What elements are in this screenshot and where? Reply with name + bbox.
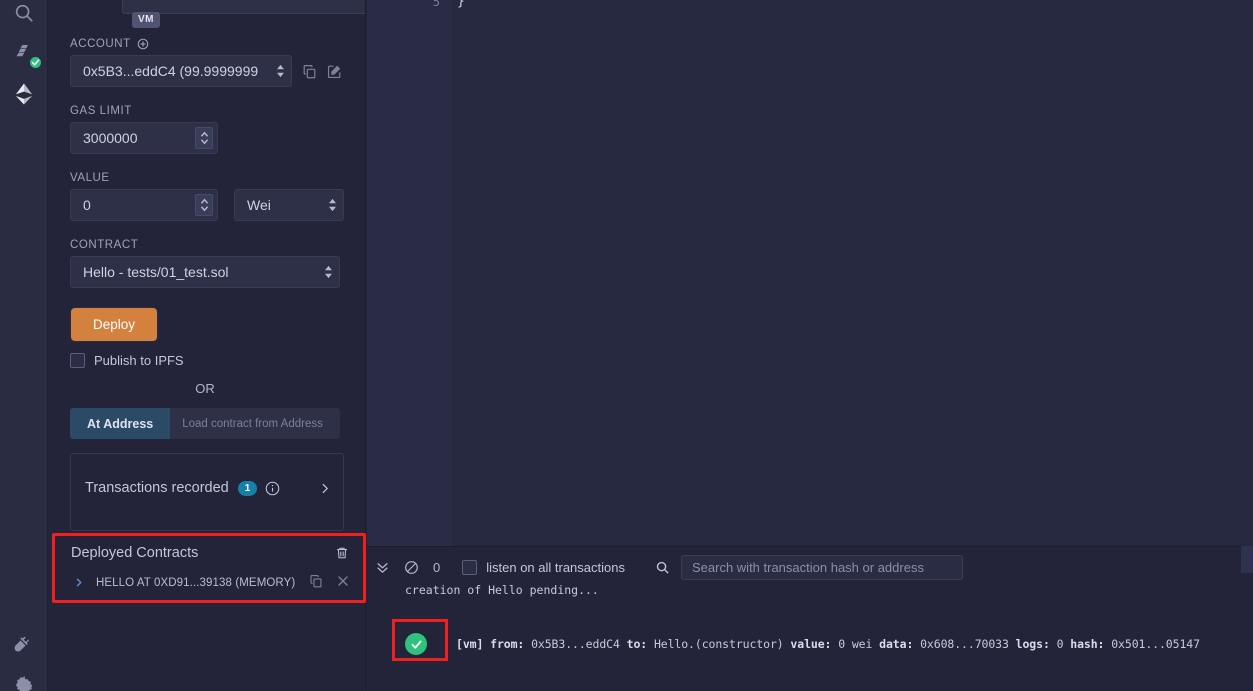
select-arrows-icon bbox=[323, 265, 333, 279]
edit-icon[interactable] bbox=[327, 64, 342, 79]
value-label: VALUE bbox=[70, 172, 110, 184]
settings-gear-icon[interactable] bbox=[0, 664, 48, 691]
plugin-manager-icon[interactable] bbox=[0, 624, 48, 666]
terminal-scrollbar-thumb[interactable] bbox=[1241, 546, 1253, 573]
search-icon[interactable] bbox=[655, 560, 670, 575]
publish-ipfs-row[interactable]: Publish to IPFS bbox=[70, 353, 344, 368]
transactions-recorded-section: Transactions recorded 1 bbox=[70, 453, 344, 531]
log-from-key: from: bbox=[490, 637, 525, 651]
select-arrows-icon bbox=[275, 64, 285, 78]
plus-circle-icon[interactable] bbox=[137, 38, 149, 50]
success-check-icon bbox=[405, 633, 427, 655]
log-logs-key: logs: bbox=[1015, 637, 1050, 651]
trash-icon[interactable] bbox=[335, 546, 349, 560]
value-input[interactable]: 0 bbox=[70, 189, 218, 221]
value-unit-select[interactable]: Wei bbox=[234, 189, 344, 221]
publish-ipfs-label: Publish to IPFS bbox=[94, 353, 184, 368]
account-actions bbox=[302, 64, 342, 79]
contract-field-group: CONTRACT Hello - tests/01_test.sol bbox=[70, 239, 344, 288]
account-select[interactable]: 0x5B3...eddC4 (99.9999999 bbox=[70, 55, 292, 87]
contract-select[interactable]: Hello - tests/01_test.sol bbox=[70, 256, 340, 288]
gas-limit-label: GAS LIMIT bbox=[70, 105, 132, 117]
editor-code-line: } bbox=[457, 0, 465, 9]
listen-all-transactions-checkbox[interactable] bbox=[462, 559, 478, 575]
log-from-value: 0x5B3...eddC4 bbox=[531, 637, 620, 651]
account-field-group: ACCOUNT 0x5B3...eddC4 (99.9999999 bbox=[70, 38, 344, 87]
terminal-toolbar: 0 listen on all transactions Search with… bbox=[367, 547, 1253, 587]
or-divider-label: OR bbox=[195, 381, 215, 396]
deployed-contract-item[interactable]: HELLO AT 0XD91...39138 (MEMORY) bbox=[55, 568, 363, 599]
terminal-panel: 0 listen on all transactions Search with… bbox=[367, 546, 1253, 691]
copy-icon[interactable] bbox=[302, 64, 317, 79]
transactions-recorded-header[interactable]: Transactions recorded 1 bbox=[71, 454, 343, 508]
deployed-contract-label: HELLO AT 0XD91...39138 (MEMORY) bbox=[96, 576, 296, 589]
deployed-contracts-header: Deployed Contracts bbox=[55, 536, 363, 568]
deployed-contracts-section: Deployed Contracts HELLO AT 0XD91...3913… bbox=[55, 536, 363, 599]
listen-all-transactions-label: listen on all transactions bbox=[486, 559, 625, 575]
editor-gutter: 5 bbox=[367, 0, 452, 546]
deployed-contracts-title: Deployed Contracts bbox=[71, 545, 199, 561]
at-address-button[interactable]: At Address bbox=[70, 408, 171, 439]
value-field-group: VALUE 0 Wei bbox=[70, 172, 344, 221]
info-circle-icon[interactable] bbox=[265, 481, 280, 496]
transactions-recorded-count-badge: 1 bbox=[237, 480, 258, 496]
copy-icon[interactable] bbox=[309, 574, 323, 591]
log-value-key: value: bbox=[790, 637, 832, 651]
log-prefix: [vm] bbox=[456, 637, 484, 651]
gas-limit-stepper[interactable] bbox=[195, 127, 213, 149]
terminal-log-entry-text: [vm] from: 0x5B3...eddC4 to: Hello.(cons… bbox=[456, 637, 1200, 651]
deploy-button[interactable]: Deploy bbox=[70, 307, 159, 342]
remix-ide-window: VM ACCOUNT 0x5B3...eddC4 (99.9999999 GAS… bbox=[0, 0, 1253, 691]
terminal-pending-count: 0 bbox=[433, 559, 441, 575]
deploy-run-icon[interactable] bbox=[0, 73, 48, 115]
log-to-value: Hello.(constructor) bbox=[653, 637, 784, 651]
chevron-right-icon[interactable] bbox=[73, 577, 84, 588]
left-icon-bar bbox=[0, 0, 48, 691]
transactions-recorded-label: Transactions recorded bbox=[85, 480, 229, 496]
contract-label: CONTRACT bbox=[70, 239, 139, 251]
double-chevron-down-icon[interactable] bbox=[375, 560, 390, 575]
account-label: ACCOUNT bbox=[70, 38, 344, 50]
solidity-compiler-icon[interactable] bbox=[0, 32, 48, 74]
search-icon[interactable] bbox=[0, 0, 48, 34]
code-editor[interactable]: 5 } bbox=[367, 0, 1253, 546]
log-hash-key: hash: bbox=[1070, 637, 1105, 651]
compile-success-badge bbox=[28, 55, 43, 70]
terminal-log-entry[interactable]: [vm] from: 0x5B3...eddC4 to: Hello.(cons… bbox=[405, 633, 1200, 655]
select-arrows-icon bbox=[327, 198, 337, 212]
terminal-log-pending: creation of Hello pending... bbox=[405, 583, 599, 597]
at-address-input[interactable]: Load contract from Address bbox=[170, 408, 340, 439]
editor-line-number: 5 bbox=[432, 0, 440, 9]
ban-circle-icon[interactable] bbox=[404, 560, 419, 575]
close-icon[interactable] bbox=[337, 575, 349, 590]
log-to-key: to: bbox=[626, 637, 648, 651]
chevron-right-icon[interactable] bbox=[318, 482, 331, 495]
transaction-search-input[interactable]: Search with transaction hash or address bbox=[680, 554, 963, 580]
gas-limit-input[interactable]: 3000000 bbox=[70, 122, 218, 154]
log-data-value: 0x608...70033 bbox=[920, 637, 1009, 651]
log-logs-value: 0 bbox=[1056, 637, 1064, 651]
value-stepper[interactable] bbox=[195, 194, 213, 216]
publish-ipfs-checkbox[interactable] bbox=[70, 353, 85, 368]
at-address-row: At Address Load contract from Address bbox=[70, 408, 340, 439]
environment-vm-badge: VM bbox=[132, 12, 160, 28]
log-value-value: 0 wei bbox=[838, 637, 873, 651]
gas-limit-field-group: GAS LIMIT 3000000 bbox=[70, 105, 344, 154]
log-data-key: data: bbox=[879, 637, 914, 651]
log-hash-value: 0x501...05147 bbox=[1111, 637, 1200, 651]
